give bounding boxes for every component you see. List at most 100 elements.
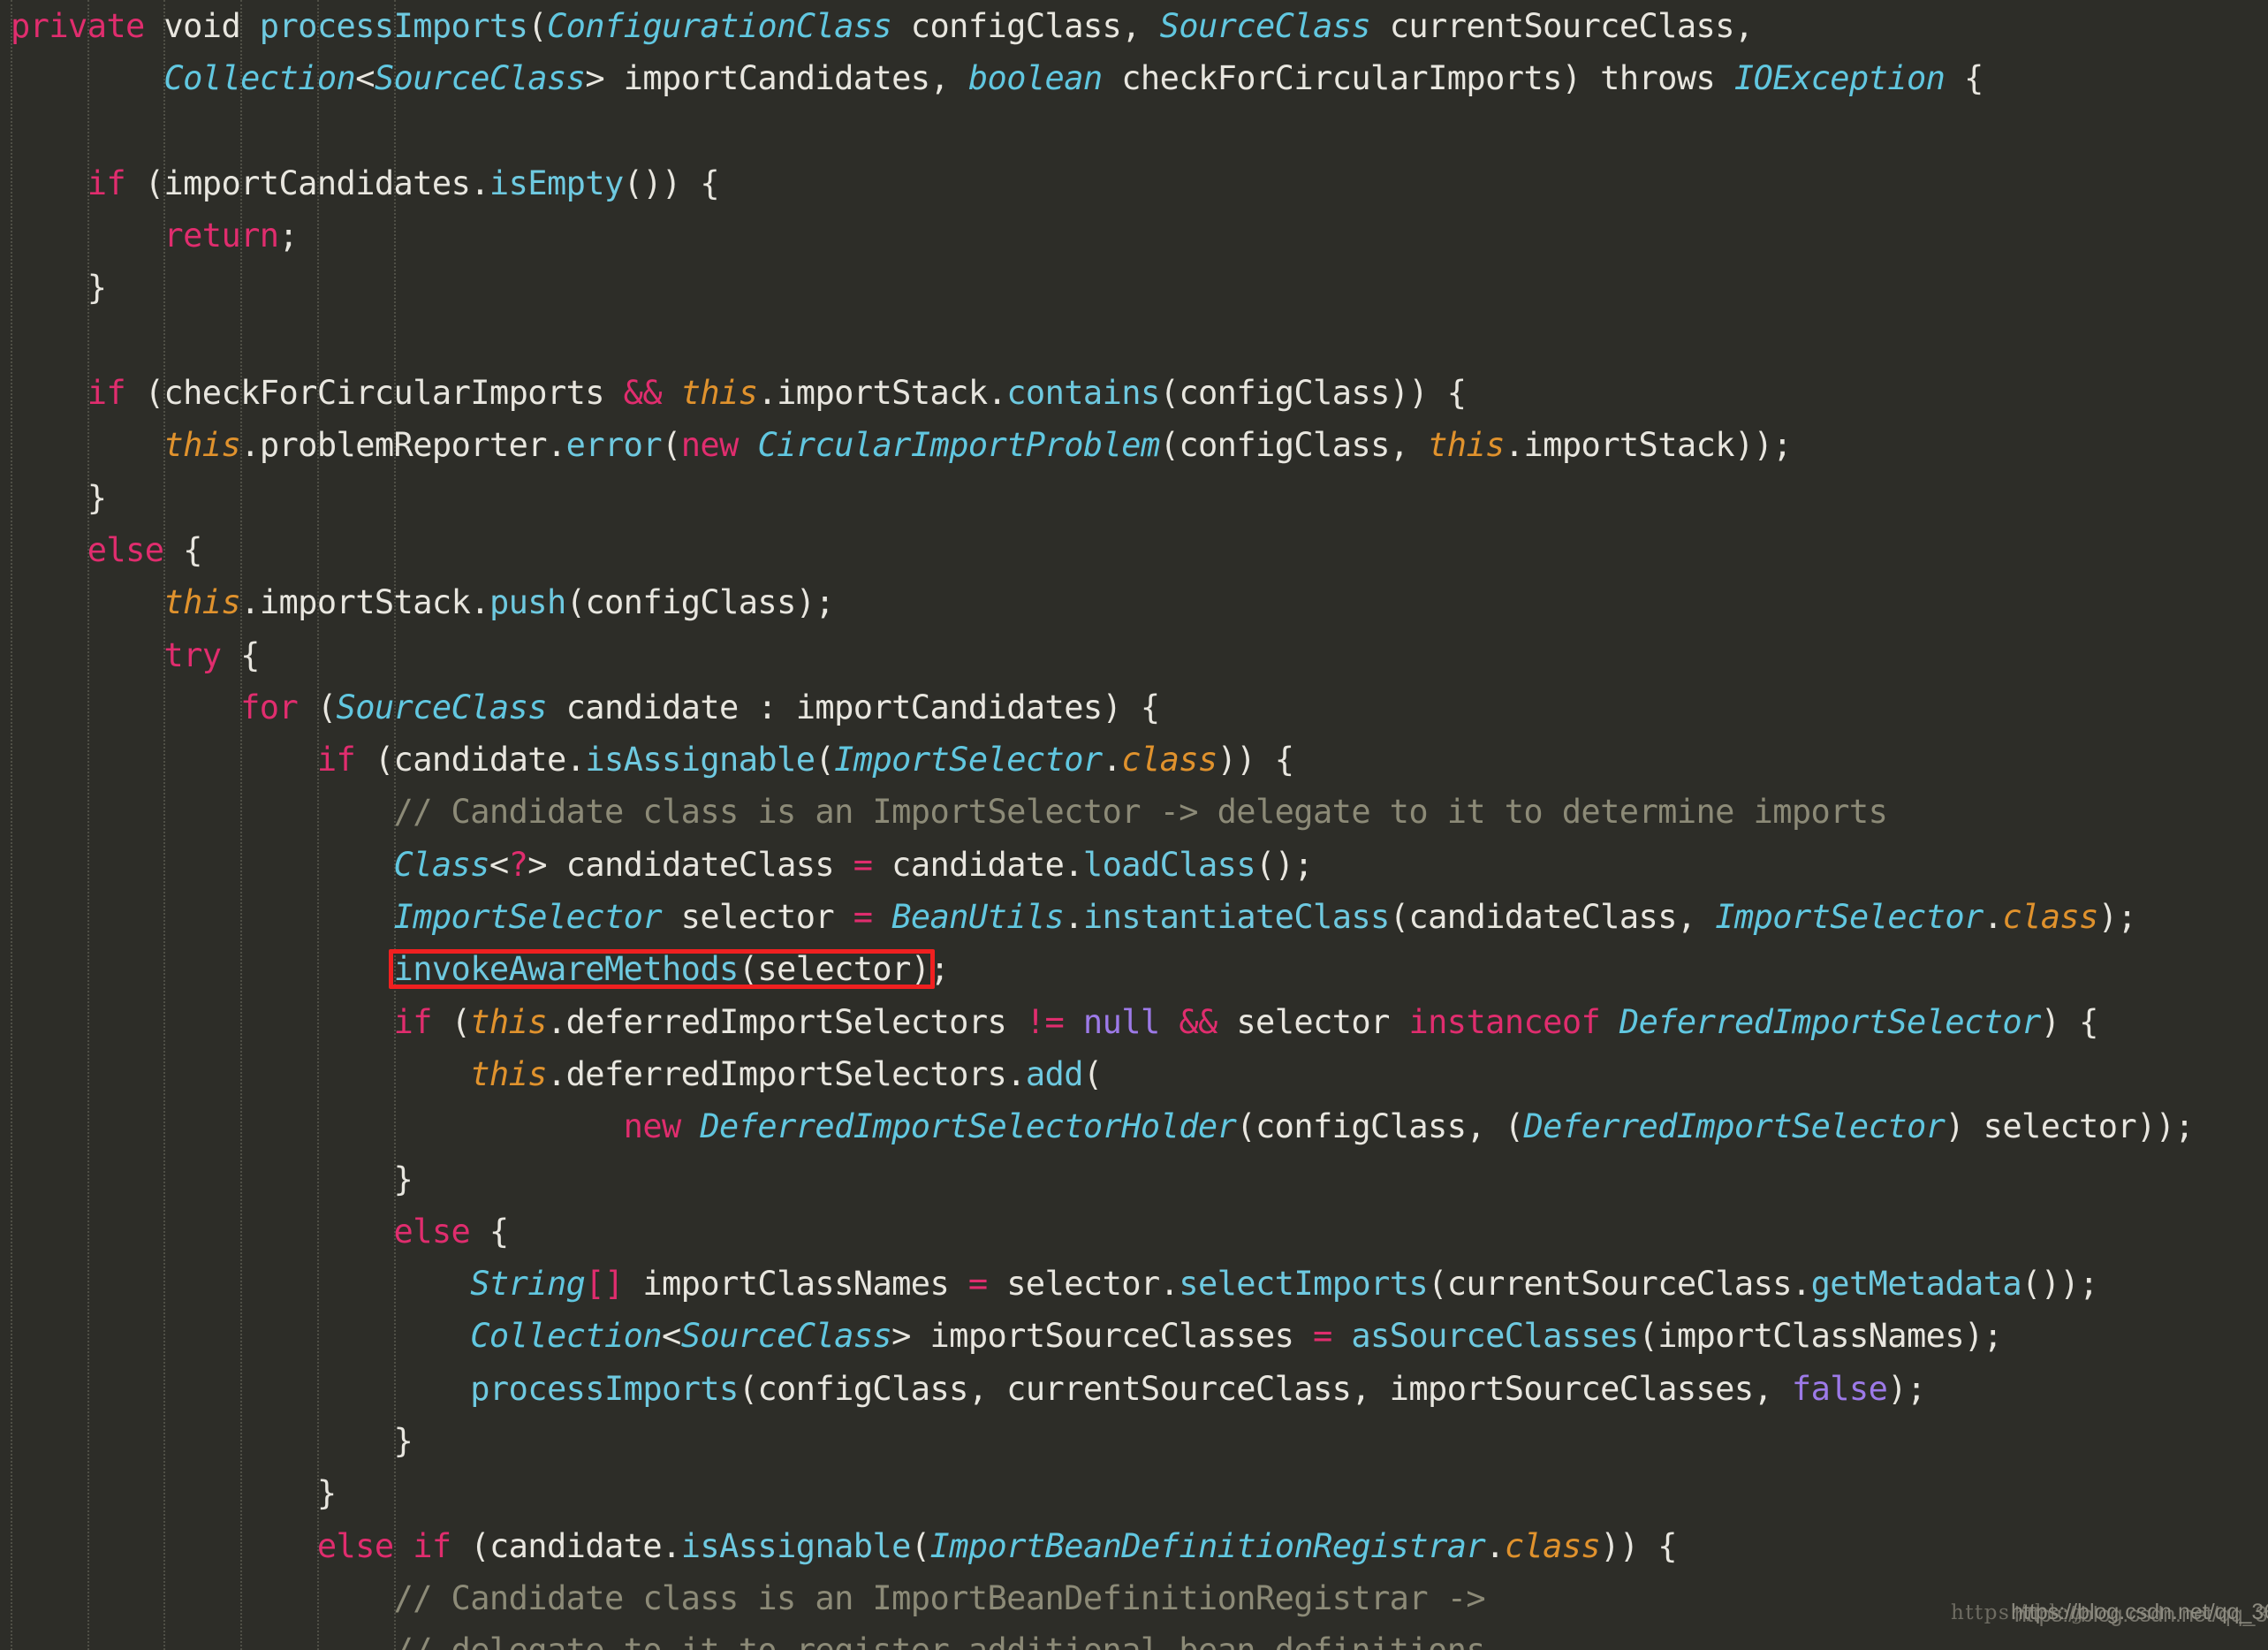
code-token: ( <box>910 1526 930 1565</box>
code-token: } <box>11 269 107 308</box>
code-token: for <box>240 688 299 726</box>
code-token: ImportSelector <box>1715 898 1984 937</box>
code-token: processImports <box>470 1369 739 1408</box>
code-token: < <box>355 59 375 98</box>
code-token: > importCandidates, <box>585 59 968 98</box>
code-token: SourceClass <box>336 688 548 726</box>
code-line[interactable]: String[] importClassNames = selector.sel… <box>11 1258 2268 1310</box>
code-token: ( <box>1082 1054 1103 1093</box>
code-line[interactable]: // Candidate class is an ImportSelector … <box>11 786 2268 838</box>
code-token: this <box>680 374 758 413</box>
code-token: < <box>489 845 509 884</box>
code-token: } <box>11 1422 413 1461</box>
code-token: push <box>489 583 566 622</box>
code-token: // delegate to it to register additional… <box>394 1631 1486 1650</box>
code-token: getMetadata <box>1810 1265 2022 1304</box>
code-token: } <box>11 1160 413 1198</box>
code-token: String <box>470 1265 586 1304</box>
code-token: this <box>1428 426 1505 465</box>
code-token: != <box>1025 1002 1065 1041</box>
code-line[interactable]: for (SourceClass candidate : importCandi… <box>11 681 2268 734</box>
code-line[interactable] <box>11 105 2268 157</box>
code-line[interactable]: Collection<SourceClass> importSourceClas… <box>11 1310 2268 1362</box>
code-line[interactable]: if (candidate.isAssignable(ImportSelecto… <box>11 734 2268 786</box>
code-line[interactable]: } <box>11 262 2268 314</box>
code-token: { <box>470 1212 509 1251</box>
source-code-block[interactable]: private void processImports(Configuratio… <box>0 0 2268 1650</box>
code-token: .deferredImportSelectors <box>546 1002 1026 1041</box>
code-line[interactable]: // Candidate class is an ImportBeanDefin… <box>11 1572 2268 1624</box>
code-token: (configClass, currentSourceClass, import… <box>738 1369 1792 1408</box>
code-line[interactable]: if (this.deferredImportSelectors != null… <box>11 996 2268 1048</box>
code-line[interactable] <box>11 315 2268 367</box>
code-line[interactable]: } <box>11 1415 2268 1467</box>
code-line[interactable]: } <box>11 1467 2268 1519</box>
code-token: CircularImportProblem <box>757 426 1160 465</box>
code-token: selector. <box>987 1265 1180 1304</box>
code-token: candidate <box>546 688 758 726</box>
code-line[interactable]: if (importCandidates.isEmpty()) { <box>11 157 2268 209</box>
code-token: if <box>393 1002 433 1041</box>
code-line[interactable]: else { <box>11 1205 2268 1258</box>
code-line[interactable]: this.problemReporter.error(new CircularI… <box>11 419 2268 471</box>
code-line[interactable]: Collection<SourceClass> importCandidates… <box>11 52 2268 104</box>
code-token: selector <box>1217 1002 1409 1041</box>
code-token: add <box>1025 1054 1084 1093</box>
code-line[interactable]: Class<?> candidateClass = candidate.load… <box>11 839 2268 891</box>
code-line[interactable]: if (checkForCircularImports && this.impo… <box>11 367 2268 419</box>
code-line[interactable]: else { <box>11 524 2268 576</box>
code-token: . <box>1102 741 1122 779</box>
code-token: (candidate. <box>355 741 586 779</box>
code-token: try <box>163 635 222 674</box>
code-token: { <box>163 530 202 569</box>
code-line[interactable]: // delegate to it to register additional… <box>11 1624 2268 1650</box>
code-token: isAssignable <box>680 1526 912 1565</box>
code-line[interactable]: return; <box>11 209 2268 262</box>
code-token: if <box>87 163 126 202</box>
code-line[interactable]: } <box>11 472 2268 524</box>
code-line[interactable]: invokeAwareMethods(selector); <box>11 943 2268 995</box>
code-token: [] <box>585 1265 624 1304</box>
code-token: class <box>1121 741 1217 779</box>
code-token: this <box>163 583 241 622</box>
code-token: ImportBeanDefinitionRegistrar <box>929 1526 1486 1565</box>
code-token: else <box>316 1526 394 1565</box>
code-line[interactable]: this.importStack.push(configClass); <box>11 576 2268 628</box>
code-token: candidate. <box>872 845 1083 884</box>
code-token: . <box>1485 1526 1505 1565</box>
code-line[interactable]: try { <box>11 629 2268 681</box>
code-token: IOException <box>1733 59 1946 98</box>
code-token: ImportSelector <box>834 741 1103 779</box>
code-token: if <box>87 374 126 413</box>
code-line[interactable]: new DeferredImportSelectorHolder(configC… <box>11 1100 2268 1152</box>
code-token: if <box>316 741 356 779</box>
code-token: return <box>163 217 279 255</box>
code-token: (importCandidates. <box>125 163 490 202</box>
code-line[interactable]: ImportSelector selector = BeanUtils.inst… <box>11 891 2268 943</box>
code-line[interactable]: processImports(configClass, currentSourc… <box>11 1363 2268 1415</box>
code-token: Collection <box>470 1317 662 1356</box>
code-token: class <box>1504 1526 1601 1565</box>
code-token: ) selector)); <box>1945 1107 2195 1146</box>
code-token: if <box>413 1526 451 1565</box>
code-line[interactable]: this.deferredImportSelectors.add( <box>11 1048 2268 1100</box>
code-token: ) { <box>2040 1002 2099 1041</box>
code-line[interactable]: else if (candidate.isAssignable(ImportBe… <box>11 1520 2268 1572</box>
code-token: = <box>967 1265 988 1304</box>
code-token: new <box>623 1107 682 1146</box>
code-line[interactable]: } <box>11 1153 2268 1205</box>
code-token: selectImports <box>1179 1265 1429 1304</box>
code-line[interactable]: private void processImports(Configuratio… <box>11 0 2268 52</box>
